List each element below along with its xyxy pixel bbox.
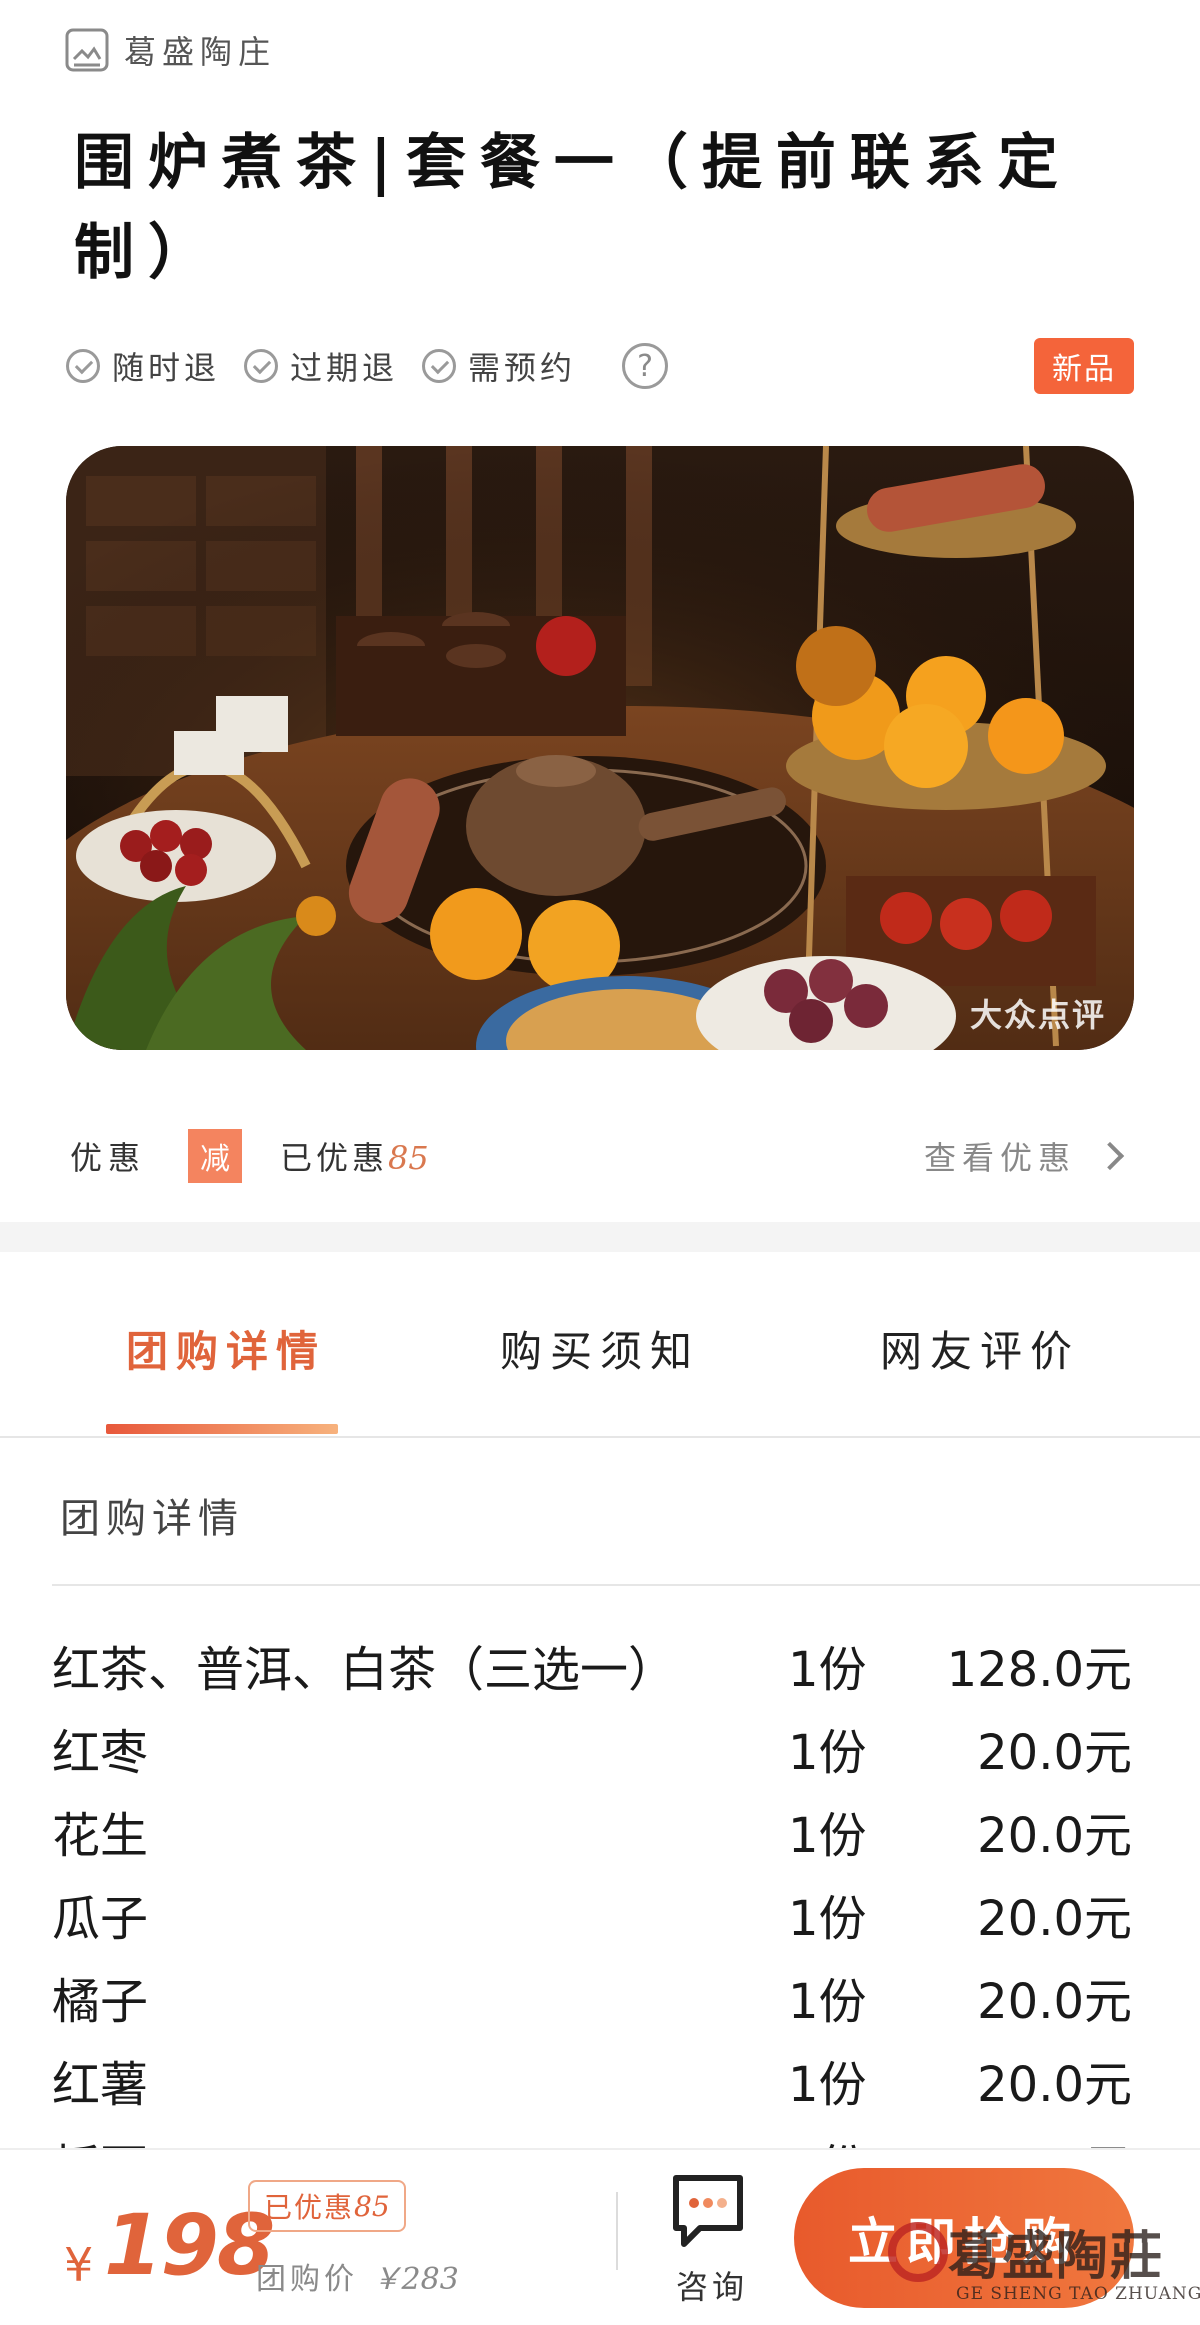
item-price: 20.0元 [977, 1974, 1132, 2030]
item-name: 橘子 [52, 1974, 149, 2030]
item-qty: 1份 [788, 1808, 867, 1864]
item-price: 20.0元 [977, 1725, 1132, 1781]
item-qty: 1份 [788, 1974, 867, 2030]
item-name: 板栗 [52, 2128, 148, 2148]
discount-amount: 85 [388, 1139, 429, 1177]
store-name[interactable]: 葛盛陶庄 [124, 27, 276, 73]
section-title: 团购详情 [60, 1496, 244, 1542]
tea-table-photo [66, 446, 1134, 1050]
item-price: 20.0元 [977, 1891, 1132, 1947]
item-name: 花生 [52, 1808, 149, 1864]
list-item: 红茶、普洱、白茶（三选一） 1份 128.0元 [52, 1620, 1132, 1703]
tag-label: 随时退 [112, 349, 221, 387]
list-item: 板栗 1份 20.0元 [52, 2118, 1132, 2148]
item-qty: 1份 [788, 2128, 867, 2148]
discount-badge: 减 [188, 1129, 243, 1183]
group-price: 团购价 ￥283 [256, 2254, 459, 2298]
item-price: 20.0元 [977, 2057, 1132, 2113]
page-title: 围炉煮茶|套餐一（提前联系定制） [74, 128, 1072, 288]
bottom-purchase-bar: ¥ 198 已优惠 85 团购价 ￥283 咨询 立即抢购 葛盛陶莊 GE SHE… [0, 2148, 1200, 2325]
group-price-label: 团购价 [256, 2262, 358, 2297]
consult-button[interactable]: 咨询 [660, 2172, 756, 2312]
hero-image[interactable]: 大众点评 [66, 446, 1134, 1050]
dianping-watermark: 大众点评 [969, 996, 1106, 1034]
saved-chip-amount: 85 [354, 2189, 390, 2223]
bar-divider [616, 2192, 618, 2270]
list-item: 花生 1份 20.0元 [52, 1786, 1132, 1869]
saved-chip-prefix: 已优惠 [264, 2191, 355, 2224]
item-name: 红薯 [52, 2057, 149, 2113]
item-qty: 1份 [788, 1891, 867, 1947]
item-name: 瓜子 [52, 1891, 149, 1947]
store-row[interactable]: 葛盛陶庄 [64, 24, 276, 76]
tab-reviews[interactable]: 网友评价 [880, 1318, 1080, 1379]
chevron-right-icon[interactable] [1095, 1141, 1125, 1171]
discount-saved-prefix: 已优惠 [280, 1139, 389, 1177]
tag-refund-expired: 过期退 [244, 343, 398, 389]
discount-label: 优惠 [70, 1139, 147, 1177]
discount-row[interactable]: 优惠 减 已优惠85 查看优惠 [70, 1126, 1140, 1186]
tabs-divider [0, 1436, 1200, 1438]
item-qty: 1份 [788, 1725, 867, 1781]
tag-reservation: 需预约 [422, 343, 576, 389]
tab-active-indicator [106, 1424, 338, 1434]
store-icon [64, 27, 110, 73]
item-name: 红枣 [52, 1725, 149, 1781]
list-item: 瓜子 1份 20.0元 [52, 1869, 1132, 1952]
original-price: ￥283 [371, 2262, 459, 2297]
item-name: 红茶、普洱、白茶（三选一） [52, 1642, 677, 1698]
detail-tabs: 团购详情 购买须知 网友评价 [0, 1252, 1200, 1436]
item-qty: 1份 [788, 2057, 867, 2113]
item-price: 20.0元 [977, 1808, 1132, 1864]
discount-saved: 已优惠85 [280, 1133, 429, 1179]
consult-label: 咨询 [676, 2268, 749, 2306]
item-price: 128.0元 [946, 1642, 1132, 1698]
tag-refund-anytime: 随时退 [66, 343, 220, 389]
section-separator [0, 1222, 1200, 1252]
list-item: 红枣 1份 20.0元 [52, 1703, 1132, 1786]
list-item: 红薯 1份 20.0元 [52, 2035, 1132, 2118]
buy-now-button[interactable]: 立即抢购 [794, 2168, 1134, 2308]
check-circle-icon [66, 349, 100, 383]
new-badge: 新品 [1034, 338, 1134, 394]
tag-label: 过期退 [290, 349, 399, 387]
check-circle-icon [244, 349, 279, 383]
help-icon[interactable]: ? [622, 343, 669, 389]
package-items: 红茶、普洱、白茶（三选一） 1份 128.0元 红枣 1份 20.0元 花生 1… [52, 1620, 1132, 2148]
tab-purchase-notes[interactable]: 购买须知 [500, 1318, 700, 1379]
section-divider [52, 1584, 1200, 1586]
tab-group-details[interactable]: 团购详情 [126, 1318, 326, 1379]
item-price: 20.0元 [977, 2128, 1132, 2148]
item-qty: 1份 [788, 1642, 867, 1698]
saved-chip: 已优惠 85 [248, 2180, 406, 2232]
check-circle-icon [422, 349, 457, 383]
service-tags: 随时退 过期退 需预约 ? [66, 338, 669, 394]
price-currency: ¥ [64, 2238, 94, 2292]
tag-label: 需预约 [468, 349, 577, 387]
view-discount-link[interactable]: 查看优惠 [924, 1133, 1076, 1179]
list-item: 橘子 1份 20.0元 [52, 1952, 1132, 2035]
chat-bubble-icon [673, 2175, 743, 2247]
